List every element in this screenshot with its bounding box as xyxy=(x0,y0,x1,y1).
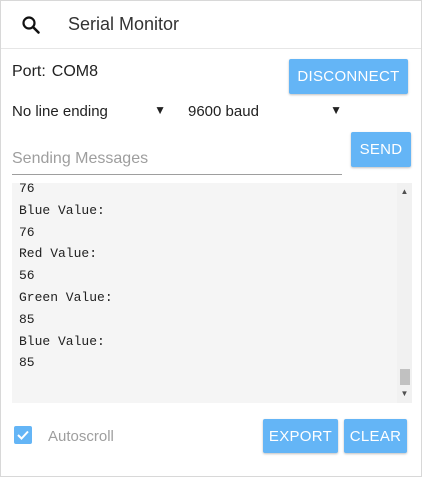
serial-monitor-panel: Serial Monitor Port: COM8 DISCONNECT No l… xyxy=(0,0,422,477)
log-line: Red Value: xyxy=(19,246,98,262)
port-info: Port: COM8 xyxy=(12,63,98,81)
send-button[interactable]: SEND xyxy=(351,132,411,167)
log-scrollbar[interactable]: ▲ ▼ xyxy=(397,183,412,403)
scroll-down-icon[interactable]: ▼ xyxy=(397,387,412,401)
log-line: 76 xyxy=(19,224,35,240)
log-line: 85 xyxy=(19,355,35,371)
log-line: Blue Value: xyxy=(19,333,105,349)
log-line: 85 xyxy=(19,311,35,327)
serial-output-log[interactable]: 76 Blue Value: 76 Red Value: 56 Green Value: 8… xyxy=(12,183,412,403)
scroll-up-icon[interactable]: ▲ xyxy=(397,185,412,199)
line-ending-select[interactable]: No line ending ▼ xyxy=(12,103,166,123)
baud-rate-select[interactable]: 9600 baud ▼ xyxy=(188,103,342,123)
message-input[interactable] xyxy=(12,144,342,175)
search-icon[interactable] xyxy=(21,15,41,35)
port-value: COM8 xyxy=(51,63,99,80)
autoscroll-checkbox[interactable] xyxy=(14,426,32,444)
scrollbar-thumb[interactable] xyxy=(400,369,410,385)
page-title: Serial Monitor xyxy=(68,14,180,34)
chevron-down-icon: ▼ xyxy=(330,103,342,117)
check-icon xyxy=(17,430,29,440)
port-label: Port: xyxy=(12,63,46,80)
log-line: Green Value: xyxy=(19,289,113,305)
clear-button[interactable]: CLEAR xyxy=(344,419,407,453)
baud-rate-value: 9600 baud xyxy=(188,103,259,120)
header: Serial Monitor xyxy=(1,1,421,49)
log-line: 76 xyxy=(19,183,35,196)
log-line: Blue Value: xyxy=(19,202,105,218)
chevron-down-icon: ▼ xyxy=(154,103,166,117)
log-lines: 76 Blue Value: 76 Red Value: 56 Green Value: 8… xyxy=(19,183,113,374)
autoscroll-label: Autoscroll xyxy=(48,428,114,445)
disconnect-button[interactable]: DISCONNECT xyxy=(289,59,408,94)
line-ending-value: No line ending xyxy=(12,103,108,120)
log-line: 56 xyxy=(19,268,35,284)
export-button[interactable]: EXPORT xyxy=(263,419,338,453)
